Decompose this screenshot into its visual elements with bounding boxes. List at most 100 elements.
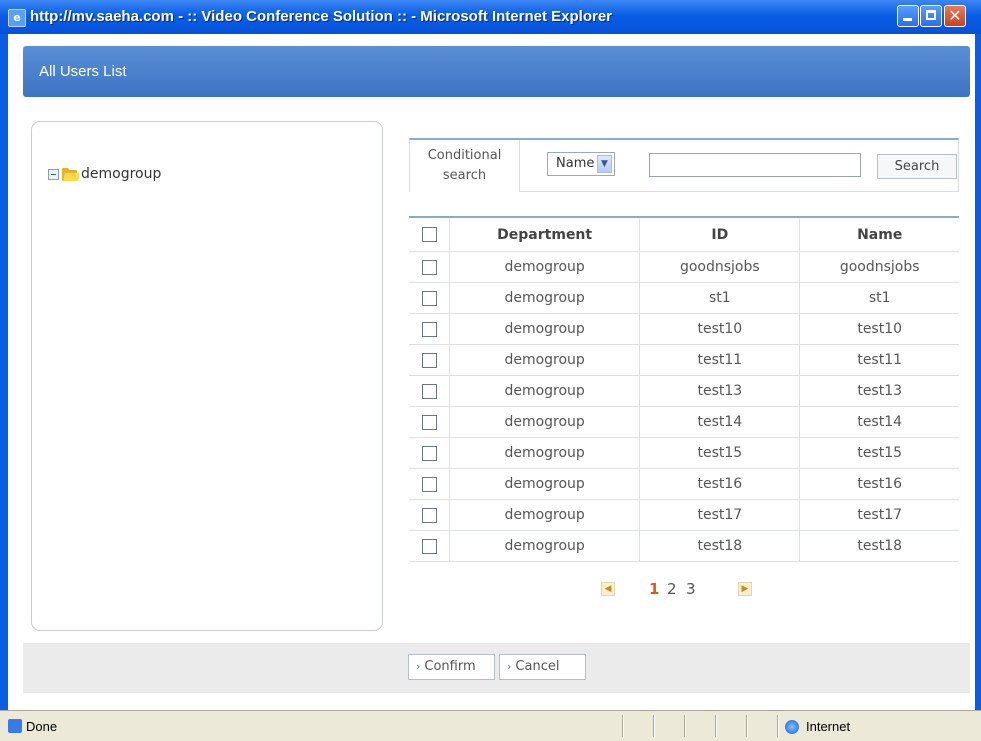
cell-department: demogroup — [448, 406, 640, 438]
chevron-right-icon: › — [416, 660, 421, 673]
maximize-button[interactable] — [920, 5, 942, 27]
collapse-icon[interactable] — [48, 168, 59, 180]
row-checkbox[interactable] — [421, 321, 437, 337]
search-field-value: Name — [556, 156, 595, 171]
cell-department: demogroup — [448, 468, 640, 500]
row-checkbox[interactable] — [421, 290, 437, 306]
status-divider — [746, 715, 748, 737]
row-select-cell — [409, 530, 450, 562]
table-row[interactable]: demogroup test15 test15 — [409, 437, 959, 469]
cell-name: test11 — [799, 344, 959, 376]
close-button[interactable]: ✕ — [944, 5, 966, 27]
row-checkbox[interactable] — [421, 507, 437, 523]
table-row[interactable]: demogroup test18 test18 — [409, 530, 959, 562]
row-checkbox[interactable] — [421, 352, 437, 368]
prev-page-icon[interactable]: ◀ — [601, 582, 615, 596]
cell-department: demogroup — [448, 251, 640, 283]
group-tree-panel: demogroup — [31, 121, 383, 631]
row-checkbox[interactable] — [421, 538, 437, 554]
page-link-1[interactable]: 1 — [649, 580, 659, 598]
table-row[interactable]: demogroup test17 test17 — [409, 499, 959, 531]
status-divider — [684, 715, 686, 737]
cell-department: demogroup — [448, 282, 640, 314]
cell-name: test13 — [799, 375, 959, 407]
row-checkbox[interactable] — [421, 259, 437, 275]
table-row[interactable]: demogroup test16 test16 — [409, 468, 959, 500]
status-divider — [777, 715, 779, 737]
cell-id: test14 — [639, 406, 800, 438]
column-header-name: Name — [799, 217, 959, 252]
cell-name: goodnsjobs — [799, 251, 959, 283]
cell-name: test15 — [799, 437, 959, 469]
table-row[interactable]: demogroup test13 test13 — [409, 375, 959, 407]
cell-name: test14 — [799, 406, 959, 438]
row-select-cell — [409, 282, 450, 314]
row-select-cell — [409, 499, 450, 531]
cell-name: test16 — [799, 468, 959, 500]
page-title: All Users List — [39, 63, 127, 80]
minimize-button[interactable] — [897, 5, 919, 27]
cell-id: test13 — [639, 375, 800, 407]
row-select-cell — [409, 406, 450, 438]
cell-name: test18 — [799, 530, 959, 562]
page-link-3[interactable]: 3 — [686, 580, 696, 598]
search-label: Conditional search — [410, 140, 520, 192]
row-checkbox[interactable] — [421, 414, 437, 430]
table-header-row: Department ID Name — [409, 217, 959, 252]
tree-node-label[interactable]: demogroup — [81, 166, 161, 182]
cell-name: test10 — [799, 313, 959, 345]
column-header-id: ID — [639, 217, 800, 252]
status-divider — [715, 715, 717, 737]
cell-id: test10 — [639, 313, 800, 345]
tree-node-demogroup[interactable]: demogroup — [48, 166, 161, 182]
cell-name: test17 — [799, 499, 959, 531]
table-row[interactable]: demogroup test10 test10 — [409, 313, 959, 345]
cell-department: demogroup — [448, 375, 640, 407]
search-field-select[interactable]: Name ▼ — [547, 152, 615, 176]
ie-page-icon — [8, 719, 22, 733]
cell-name: st1 — [799, 282, 959, 314]
status-divider — [653, 715, 655, 737]
table-row[interactable]: demogroup st1 st1 — [409, 282, 959, 314]
search-button[interactable]: Search — [877, 154, 957, 179]
cell-department: demogroup — [448, 313, 640, 345]
cell-department: demogroup — [448, 499, 640, 531]
chevron-right-icon: › — [507, 660, 512, 673]
pagination: ◀ 1 2 3 ▶ — [600, 580, 780, 602]
column-header-department: Department — [448, 217, 640, 252]
ie-page-icon: e — [8, 9, 26, 27]
page-header: All Users List — [23, 46, 970, 97]
select-all-checkbox[interactable] — [421, 227, 437, 242]
chevron-down-icon[interactable]: ▼ — [597, 155, 612, 173]
table-row[interactable]: demogroup goodnsjobs goodnsjobs — [409, 251, 959, 283]
select-all-cell — [409, 217, 450, 252]
search-input[interactable] — [649, 153, 861, 177]
status-divider — [622, 715, 624, 737]
cell-id: test16 — [639, 468, 800, 500]
status-bar: Done Internet — [0, 710, 981, 741]
cell-id: st1 — [639, 282, 800, 314]
confirm-button[interactable]: › Confirm — [408, 654, 495, 680]
next-page-icon[interactable]: ▶ — [738, 582, 752, 596]
row-select-cell — [409, 251, 450, 283]
dialog-footer: › Confirm › Cancel — [23, 643, 970, 693]
cell-department: demogroup — [448, 437, 640, 469]
table-row[interactable]: demogroup test14 test14 — [409, 406, 959, 438]
row-checkbox[interactable] — [421, 383, 437, 399]
cancel-button[interactable]: › Cancel — [499, 654, 586, 680]
conditional-search-box: Conditional search Name ▼ Search — [409, 138, 959, 192]
folder-open-icon — [62, 167, 80, 181]
row-checkbox[interactable] — [421, 476, 437, 492]
maximize-icon — [926, 10, 936, 20]
cell-id: goodnsjobs — [639, 251, 800, 283]
row-select-cell — [409, 375, 450, 407]
window-titlebar: e http://mv.saeha.com - :: Video Confere… — [0, 0, 981, 34]
cell-id: test17 — [639, 499, 800, 531]
page-link-2[interactable]: 2 — [667, 580, 677, 598]
users-table: Department ID Name demogroup goodnsjobs go… — [409, 216, 959, 562]
row-select-cell — [409, 313, 450, 345]
table-row[interactable]: demogroup test11 test11 — [409, 344, 959, 376]
row-select-cell — [409, 468, 450, 500]
status-text: Done — [26, 719, 58, 734]
row-checkbox[interactable] — [421, 445, 437, 461]
